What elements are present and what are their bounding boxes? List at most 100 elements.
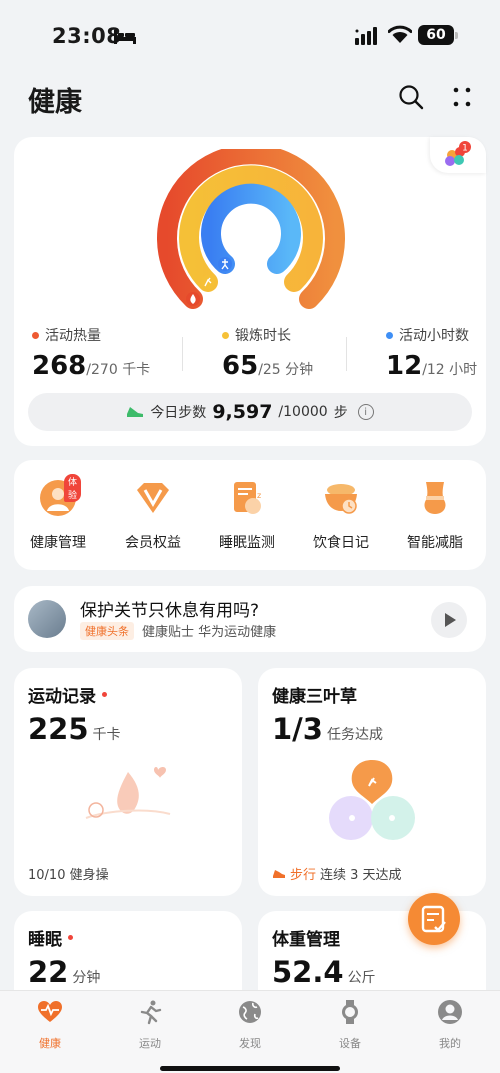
colorful-dots-icon: 1 bbox=[445, 141, 471, 166]
nav-label: 运动 bbox=[139, 1037, 161, 1050]
clover-footer: 连续 3 天达成 bbox=[320, 868, 402, 883]
nav-exercise[interactable]: 运动 bbox=[120, 999, 180, 1051]
nav-label: 设备 bbox=[339, 1037, 361, 1050]
heart-pulse-icon bbox=[38, 1001, 62, 1022]
article-tag: 健康头条 bbox=[80, 622, 134, 640]
nav-health[interactable]: 健康 bbox=[20, 999, 80, 1051]
article-meta: 健康贴士 华为运动健康 bbox=[142, 625, 277, 640]
shortcut-label: 智能减脂 bbox=[407, 535, 463, 551]
food-bowl-icon bbox=[325, 484, 357, 514]
exercise-record-card[interactable]: 运动记录 225 千卡 10/10 健身操 bbox=[14, 668, 242, 896]
article-thumbnail bbox=[28, 600, 66, 638]
battery-indicator: 60 bbox=[418, 25, 458, 45]
bottom-nav: 健康 运动 发现 设备 我的 bbox=[0, 990, 500, 1073]
status-time: 23:08 bbox=[52, 24, 122, 48]
calories-dot bbox=[32, 331, 39, 339]
shortcut-diet-diary[interactable]: 饮食日记 bbox=[296, 478, 386, 552]
divider bbox=[182, 337, 183, 371]
flame-illustration-icon bbox=[85, 767, 171, 819]
health-clover-card[interactable]: 健康三叶草 1/3 任务达成 步行 连续 3 天达成 bbox=[258, 668, 486, 896]
nav-label: 健康 bbox=[39, 1037, 61, 1050]
wifi-icon bbox=[388, 25, 412, 43]
exercise-value: 225 bbox=[28, 712, 89, 746]
sleep-report-icon: z bbox=[234, 482, 261, 514]
metric-goal: /270 bbox=[86, 362, 118, 378]
exercise-footer: 10/10 健身操 bbox=[28, 868, 109, 883]
shortcut-member-benefits[interactable]: 会员权益 bbox=[108, 478, 198, 552]
svg-text:z: z bbox=[257, 491, 261, 500]
divider bbox=[346, 337, 347, 371]
clover-unit: 任务达成 bbox=[326, 727, 383, 743]
edit-note-icon bbox=[421, 905, 446, 933]
steps-value: 9,597 bbox=[212, 401, 273, 423]
card-title: 睡眠 bbox=[28, 930, 62, 950]
steps-goal: /10000 bbox=[278, 404, 328, 420]
shoe-icon bbox=[127, 407, 144, 417]
nav-discover[interactable]: 发现 bbox=[220, 999, 280, 1051]
running-person-icon bbox=[140, 1000, 162, 1025]
activity-rings[interactable] bbox=[156, 149, 346, 319]
metric-value: 65 bbox=[222, 351, 259, 381]
shortcuts-card: 体验 健康管理 会员权益 z 睡眠监测 饮食日记 智能减脂 bbox=[14, 460, 486, 570]
nav-label: 我的 bbox=[439, 1037, 461, 1050]
article-title: 保护关节只休息有用吗? bbox=[80, 601, 260, 621]
signal-icon bbox=[355, 27, 377, 45]
metric-label: 锻炼时长 bbox=[235, 328, 291, 344]
shortcut-label: 会员权益 bbox=[125, 535, 181, 551]
new-dot bbox=[102, 692, 107, 697]
metric-value: 268 bbox=[32, 351, 87, 381]
exercise-unit: 千卡 bbox=[92, 727, 121, 743]
steps-unit: 步 bbox=[333, 405, 348, 421]
clover-value: 1/3 bbox=[272, 712, 323, 746]
metric-unit: 分钟 bbox=[285, 362, 314, 378]
metric-active-hours[interactable]: 活动小时数 12/12 小时 bbox=[386, 325, 477, 381]
weight-value: 52.4 bbox=[272, 955, 344, 989]
shortcut-health-management[interactable]: 体验 健康管理 bbox=[13, 474, 103, 552]
weight-unit: 公斤 bbox=[347, 970, 376, 986]
profile-avatar-icon bbox=[438, 1000, 462, 1024]
search-icon[interactable] bbox=[398, 84, 424, 110]
shortcut-smart-fat-loss[interactable]: 智能减脂 bbox=[390, 478, 480, 552]
watch-icon bbox=[342, 1000, 358, 1024]
metric-label: 活动小时数 bbox=[399, 328, 469, 344]
clover-illustration-icon bbox=[329, 760, 415, 840]
active-hours-ring bbox=[201, 183, 301, 274]
metric-label: 活动热量 bbox=[45, 328, 101, 344]
sleep-value: 22 bbox=[28, 955, 69, 989]
walk-shoe-icon bbox=[273, 869, 285, 878]
shortcut-label: 健康管理 bbox=[30, 535, 86, 551]
play-button[interactable] bbox=[431, 602, 467, 638]
svg-text:1: 1 bbox=[462, 144, 468, 154]
nav-devices[interactable]: 设备 bbox=[320, 999, 380, 1051]
more-icon[interactable] bbox=[450, 84, 474, 110]
active-hours-dot bbox=[386, 331, 393, 339]
metric-goal: /25 bbox=[258, 362, 281, 378]
metric-unit: 千卡 bbox=[122, 362, 151, 378]
trial-badge: 体验 bbox=[64, 474, 82, 502]
shortcut-label: 饮食日记 bbox=[313, 535, 369, 551]
card-title: 健康三叶草 bbox=[272, 687, 357, 707]
metric-calories[interactable]: 活动热量 268/270 千卡 bbox=[32, 325, 150, 381]
bed-icon bbox=[114, 30, 136, 44]
metric-unit: 小时 bbox=[449, 362, 478, 378]
body-shape-icon bbox=[424, 482, 446, 514]
health-article-card[interactable]: 保护关节只休息有用吗? 健康头条 健康贴士 华为运动健康 bbox=[14, 586, 486, 652]
new-dot bbox=[68, 935, 73, 940]
steps-summary[interactable]: 今日步数 9,597/10000 步 i bbox=[28, 393, 472, 431]
sleep-unit: 分钟 bbox=[72, 970, 101, 986]
shortcut-sleep-monitor[interactable]: z 睡眠监测 bbox=[202, 478, 292, 552]
page-title: 健康 bbox=[28, 87, 82, 118]
widget-edit-badge[interactable]: 1 bbox=[430, 137, 486, 173]
card-title: 运动记录 bbox=[28, 687, 96, 707]
metric-exercise[interactable]: 锻炼时长 65/25 分钟 bbox=[222, 325, 313, 381]
clover-footer-highlight: 步行 bbox=[290, 868, 317, 883]
shortcut-label: 睡眠监测 bbox=[219, 535, 275, 551]
metric-goal: /12 bbox=[422, 362, 445, 378]
record-fab[interactable] bbox=[408, 893, 460, 945]
exercise-dot bbox=[222, 331, 229, 339]
vip-diamond-icon bbox=[137, 483, 169, 513]
activity-rings-card[interactable]: 1 活动热量 268/270 千卡 锻炼时长 65/25 分钟 活动小时数 12… bbox=[14, 137, 486, 446]
steps-label: 今日步数 bbox=[150, 405, 207, 421]
nav-me[interactable]: 我的 bbox=[420, 999, 480, 1051]
info-icon[interactable]: i bbox=[357, 404, 374, 420]
